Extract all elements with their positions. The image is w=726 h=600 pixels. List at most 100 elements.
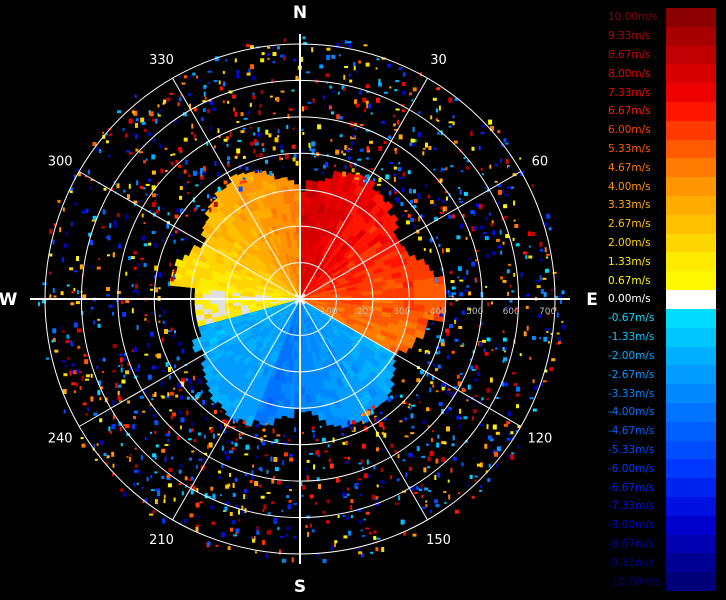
speckle	[371, 405, 375, 409]
legend-row: 10.00m/s	[606, 8, 716, 28]
speckle	[107, 254, 110, 257]
speckle	[383, 432, 387, 438]
speckle	[479, 423, 484, 427]
speckle	[136, 291, 139, 296]
speckle	[469, 131, 473, 137]
speckle	[204, 171, 207, 175]
speckle	[273, 517, 278, 521]
speckle	[344, 66, 349, 68]
speckle	[435, 108, 438, 113]
streak-gate	[170, 415, 173, 420]
streak-gate	[394, 450, 398, 453]
speckle	[463, 416, 468, 420]
speckle	[424, 487, 429, 491]
speckle	[460, 170, 464, 173]
range-tick-label: 300	[393, 307, 410, 317]
speckle	[211, 521, 216, 525]
speckle	[349, 79, 353, 83]
speckle	[421, 455, 426, 458]
speckle	[508, 263, 512, 266]
speckle	[456, 235, 461, 240]
speckle	[497, 245, 502, 249]
legend-row: 6.67m/s	[606, 102, 716, 122]
streak-gate	[347, 156, 351, 160]
speckle	[412, 453, 414, 459]
speckle	[180, 238, 184, 241]
speckle	[517, 445, 520, 449]
speckle	[155, 209, 159, 214]
speckle	[383, 141, 387, 144]
speckle	[505, 159, 509, 164]
legend-swatch	[666, 515, 716, 536]
speckle	[506, 437, 511, 441]
legend-row: 8.67m/s	[606, 45, 716, 65]
speckle	[302, 431, 304, 434]
speckle	[133, 347, 138, 353]
speckle	[488, 463, 491, 468]
speckle	[309, 452, 314, 455]
speckle	[307, 101, 312, 104]
speckle	[266, 553, 268, 559]
speckle	[80, 437, 84, 440]
legend-label: -4.67m/s	[608, 425, 655, 438]
speckle	[435, 368, 438, 372]
speckle	[66, 334, 70, 339]
speckle	[262, 147, 265, 152]
speckle	[471, 495, 475, 499]
speckle	[443, 491, 447, 493]
speckle	[358, 462, 362, 465]
speckle	[103, 453, 107, 456]
speckle	[76, 369, 80, 374]
legend-swatch	[666, 327, 716, 347]
speckle	[437, 119, 440, 122]
speckle	[288, 453, 293, 457]
speckle	[60, 326, 62, 330]
speckle	[240, 130, 245, 134]
speckle	[250, 536, 253, 539]
speckle	[236, 148, 241, 154]
speckle	[149, 407, 152, 411]
speckle	[341, 150, 344, 154]
speckle	[325, 73, 330, 78]
speckle	[59, 227, 62, 233]
speckle	[165, 433, 170, 437]
speckle	[261, 52, 265, 56]
speckle	[472, 409, 477, 414]
legend-swatch	[666, 139, 716, 159]
speckle	[73, 322, 78, 328]
speckle	[101, 226, 105, 229]
speckle	[447, 388, 451, 391]
speckle	[489, 377, 493, 383]
echo-gate	[423, 284, 436, 293]
speckle	[85, 208, 89, 213]
speckle	[457, 276, 460, 279]
speckle	[138, 469, 141, 475]
speckle	[219, 86, 223, 91]
speckle	[207, 541, 211, 546]
speckle	[191, 422, 194, 427]
legend-row: 5.33m/s	[606, 139, 716, 159]
speckle	[70, 302, 75, 306]
legend-row: 2.67m/s	[606, 214, 716, 235]
speckle	[291, 144, 296, 149]
speckle	[200, 117, 204, 122]
speckle	[448, 125, 452, 128]
speckle	[62, 360, 66, 363]
speckle	[559, 300, 562, 304]
speckle	[399, 176, 404, 179]
speckle	[279, 549, 281, 555]
legend-label: -8.67m/s	[608, 537, 655, 550]
streak-gate	[390, 443, 394, 448]
speckle	[77, 345, 81, 349]
streak-gate	[388, 135, 392, 139]
legend-row: -5.33m/s	[606, 440, 716, 460]
speckle	[152, 413, 156, 418]
legend-swatch	[666, 120, 716, 141]
speckle	[311, 47, 314, 53]
speckle	[123, 189, 126, 193]
speckle	[338, 54, 341, 57]
speckle	[486, 398, 489, 401]
speckle	[98, 358, 103, 361]
speckle	[485, 216, 488, 221]
speckle	[63, 243, 67, 249]
